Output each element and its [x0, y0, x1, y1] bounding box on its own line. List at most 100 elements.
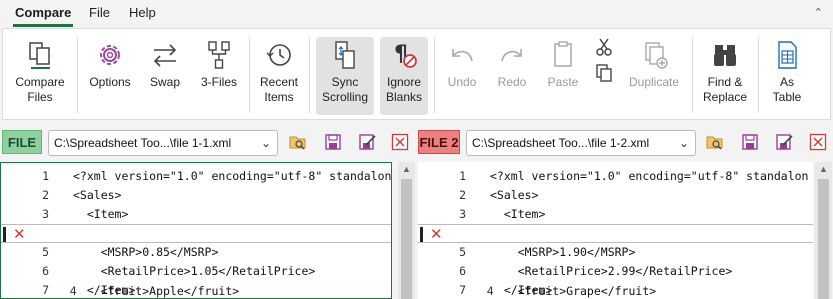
line-number: 5	[459, 245, 466, 259]
save-edit-icon[interactable]	[775, 133, 793, 151]
menu-compare[interactable]: Compare	[15, 5, 71, 20]
options-label: Options	[89, 75, 131, 89]
chevron-down-icon: ⌄	[260, 136, 271, 150]
binoculars-icon	[714, 45, 736, 66]
ribbon-separator	[692, 37, 693, 113]
line-number: 7	[42, 283, 49, 297]
code-line: 6 <RetailPrice>2.99</RetailPrice>	[418, 262, 813, 281]
line-text: <MSRP>0.85</MSRP>	[73, 245, 219, 259]
file1-editor[interactable]: 1 <?xml version="1.0" encoding="utf-8" st…	[0, 162, 392, 299]
three-files-button[interactable]: 3-Files	[195, 37, 243, 115]
close-file-icon[interactable]	[391, 133, 409, 151]
file2-editor[interactable]: 1 <?xml version="1.0" encoding="utf-8" st…	[418, 162, 813, 299]
compare-files-button[interactable]: Compare Files	[9, 37, 71, 115]
recent-items-label-2: Items	[264, 90, 294, 104]
scrollbar-thumb[interactable]	[401, 179, 412, 299]
open-folder-icon[interactable]	[706, 133, 724, 151]
diff-marker	[420, 227, 423, 242]
save-icon[interactable]	[324, 133, 342, 151]
diff-line[interactable]: ✕ 4 <fruit>Apple</fruit>	[1, 224, 391, 298]
code-line: 5 <MSRP>0.85</MSRP>	[1, 243, 391, 262]
line-text: <Item>	[490, 207, 546, 221]
line-number: 1	[42, 169, 49, 183]
code-line: 3 <Item>	[418, 205, 813, 224]
file2-vertical-scrollbar[interactable]: ▲	[815, 162, 832, 299]
line-number: 3	[42, 207, 49, 221]
close-file-icon[interactable]	[809, 133, 827, 151]
sync-scrolling-toggle[interactable]: Sync Scrolling	[316, 37, 374, 115]
paste-button[interactable]: Paste	[540, 37, 586, 115]
file2-bar: FILE 2 C:\Spreadsheet Too...\file 1-2.xm…	[416, 126, 833, 159]
copy-icon[interactable]	[594, 63, 614, 83]
compare-files-label-2: Files	[27, 90, 53, 104]
scroll-up-icon[interactable]: ▲	[402, 164, 411, 174]
scrollbar-thumb[interactable]	[818, 179, 829, 299]
diff-marker	[3, 227, 6, 242]
line-text: <Item>	[73, 207, 129, 221]
ribbon-separator	[309, 37, 310, 113]
menu-help[interactable]: Help	[129, 5, 156, 20]
collapse-ribbon-icon[interactable]: ⌃	[814, 6, 823, 19]
ignore-blanks-label-2: Blanks	[385, 90, 423, 104]
ribbon-separator	[77, 37, 78, 113]
redo-label: Redo	[497, 75, 527, 89]
file2-badge: FILE 2	[418, 130, 460, 154]
code-line: 7 </Item>	[1, 281, 391, 298]
line-text: <Sales>	[73, 188, 122, 202]
redo-button[interactable]: Redo	[490, 37, 534, 115]
scissors-icon[interactable]	[594, 37, 614, 57]
diff-x-icon[interactable]: ✕	[430, 225, 443, 244]
line-number: 5	[42, 245, 49, 259]
recent-items-button[interactable]: Recent Items	[255, 37, 303, 115]
duplicate-label: Duplicate	[628, 75, 680, 89]
save-edit-icon[interactable]	[358, 133, 376, 151]
find-replace-label-2: Replace	[702, 90, 748, 104]
duplicate-button[interactable]: Duplicate	[623, 37, 685, 115]
line-number: 1	[459, 169, 466, 183]
undo-icon	[452, 49, 473, 62]
line-text: </Item>	[490, 283, 553, 297]
three-files-icon	[208, 41, 230, 69]
three-files-label: 3-Files	[200, 75, 237, 89]
clock-icon	[266, 44, 291, 66]
diff-line[interactable]: ✕ 4 <fruit>Grape</fruit>	[418, 224, 813, 298]
file1-vertical-scrollbar[interactable]: ▲	[398, 162, 415, 299]
line-number: 7	[459, 283, 466, 297]
line-number: 6	[459, 264, 466, 278]
file2-path-select[interactable]: C:\Spreadsheet Too...\file 1-2.xml ⌄	[466, 130, 696, 156]
line-number: 2	[42, 188, 49, 202]
code-line: 1 <?xml version="1.0" encoding="utf-8" st…	[1, 167, 391, 186]
paste-label: Paste	[547, 75, 579, 89]
undo-button[interactable]: Undo	[440, 37, 484, 115]
line-text: <RetailPrice>2.99</RetailPrice>	[490, 264, 733, 278]
file1-path-text: C:\Spreadsheet Too...\file 1-1.xml	[54, 136, 232, 150]
line-text: </Item>	[73, 283, 136, 297]
code-line: 2 <Sales>	[1, 186, 391, 205]
open-folder-icon[interactable]	[289, 133, 307, 151]
find-replace-label-1: Find &	[707, 75, 743, 89]
diff-x-icon[interactable]: ✕	[13, 225, 26, 244]
code-line: 3 <Item>	[1, 205, 391, 224]
line-text: <?xml version="1.0" encoding="utf-8" sta…	[73, 169, 392, 183]
menu-file[interactable]: File	[89, 5, 110, 20]
save-icon[interactable]	[741, 133, 759, 151]
compare-files-icon	[29, 42, 50, 69]
clipboard-icon	[554, 41, 572, 67]
menu-active-underline	[13, 24, 73, 27]
file1-bar: FILE 1 C:\Spreadsheet Too...\file 1-1.xm…	[0, 126, 416, 174]
chevron-down-icon: ⌄	[678, 136, 689, 150]
swap-button[interactable]: Swap	[143, 37, 187, 115]
file1-path-select[interactable]: C:\Spreadsheet Too...\file 1-1.xml ⌄	[48, 130, 278, 156]
redo-icon	[501, 49, 522, 62]
ignore-blanks-toggle[interactable]: ¶ Ignore Blanks	[380, 37, 428, 115]
find-replace-button[interactable]: Find & Replace	[699, 37, 751, 115]
ribbon: Compare Files Options Swap 3-Files Recen…	[2, 28, 831, 120]
as-table-button[interactable]: As Table	[765, 37, 809, 115]
code-line: 7 </Item>	[418, 281, 813, 299]
options-button[interactable]: Options	[85, 37, 135, 115]
scroll-up-icon[interactable]: ▲	[819, 164, 828, 174]
line-number: 2	[459, 188, 466, 202]
swap-label: Swap	[149, 75, 181, 89]
line-number: 6	[42, 264, 49, 278]
line-text: <RetailPrice>1.05</RetailPrice>	[73, 264, 316, 278]
